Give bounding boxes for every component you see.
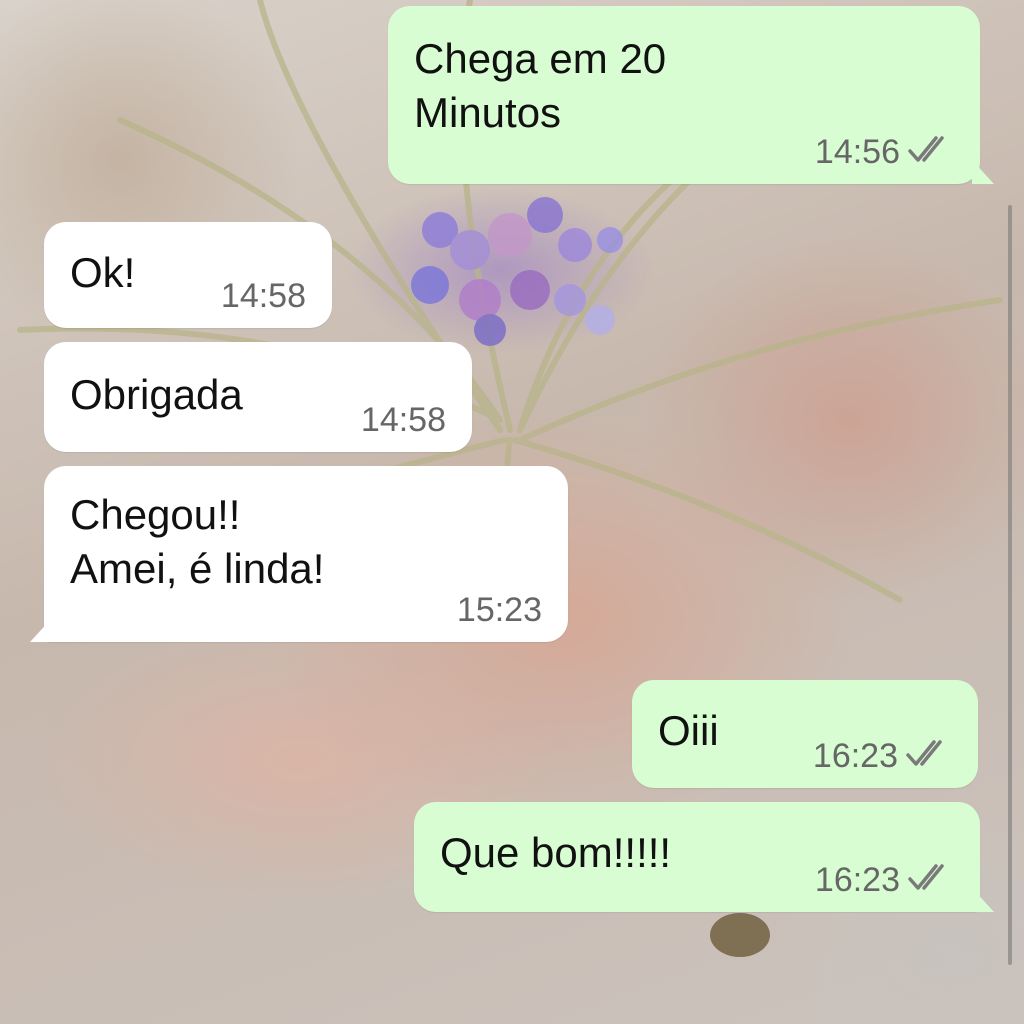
double-check-icon: [908, 862, 954, 898]
message-meta: 16:23: [815, 862, 954, 898]
message-bubble-outgoing[interactable]: Chega em 20 Minutos 14:56: [388, 6, 994, 184]
message-meta: 14:58: [221, 278, 306, 314]
message-time: 14:58: [360, 401, 446, 439]
double-check-icon: [908, 134, 954, 170]
message-bubble-incoming[interactable]: Obrigada 14:58: [44, 342, 472, 452]
message-meta: 15:23: [457, 592, 542, 628]
message-bubble-outgoing[interactable]: Oiii 16:23: [632, 680, 978, 788]
message-time: 15:23: [456, 591, 542, 629]
bubble-tail: [30, 618, 52, 642]
message-meta: 14:58: [361, 402, 446, 438]
message-bubble-incoming[interactable]: Chegou!! Amei, é linda! 15:23: [30, 466, 568, 642]
scrollbar[interactable]: [1008, 205, 1012, 965]
message-bubble-incoming[interactable]: Ok! 14:58: [44, 222, 332, 328]
message-bubble-outgoing[interactable]: Que bom!!!!! 16:23: [414, 802, 994, 912]
message-text: Chega em 20 Minutos: [414, 35, 667, 136]
message-text: Chegou!! Amei, é linda!: [70, 491, 325, 592]
bubble-tail: [972, 888, 994, 912]
message-time: 16:23: [814, 861, 900, 899]
bubble-tail: [972, 160, 994, 184]
message-meta: 14:56: [815, 134, 954, 170]
message-time: 14:58: [220, 277, 306, 315]
message-time: 14:56: [814, 133, 900, 171]
double-check-icon: [906, 738, 952, 774]
message-meta: 16:23: [813, 738, 952, 774]
message-time: 16:23: [812, 737, 898, 775]
